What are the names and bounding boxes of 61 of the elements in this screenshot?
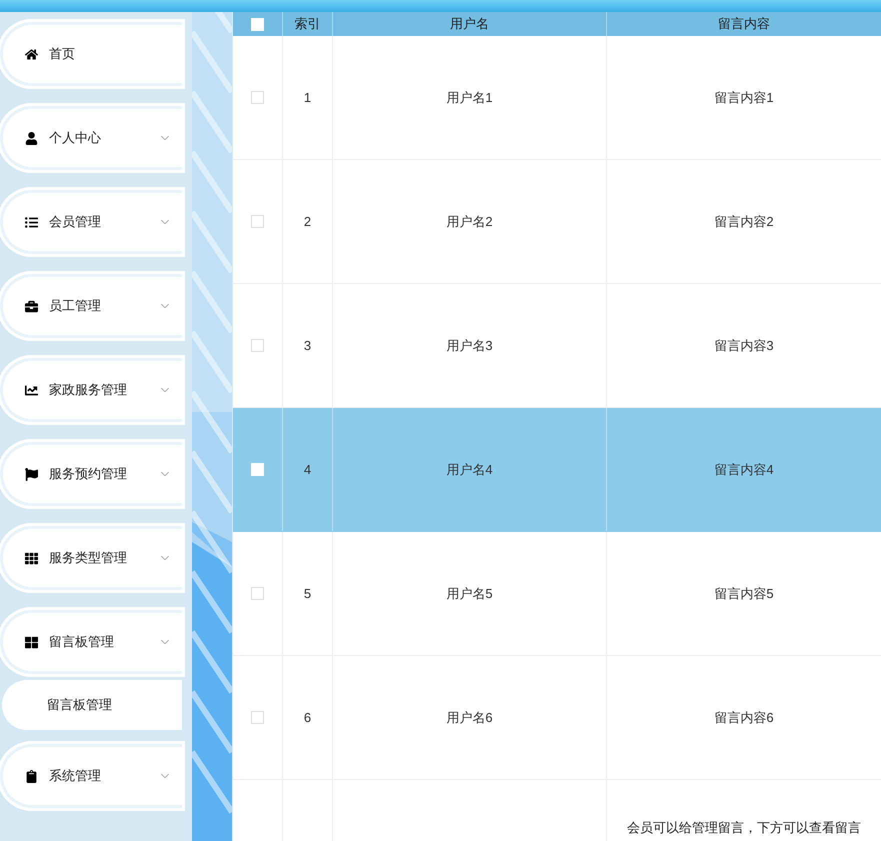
checkbox[interactable] [251,711,264,724]
sidebar-item[interactable]: 系统管理 [0,744,182,808]
table-cell: 5 [283,532,333,655]
checkbox[interactable] [251,18,264,30]
table-cell: 用户名3 [333,284,607,407]
table-row[interactable]: 2 用户名2 留言内容2 [233,160,881,284]
checkbox[interactable] [251,91,264,104]
flag-icon [25,468,38,480]
table-cell-text: 留言内容3 [713,336,775,355]
checkbox[interactable] [251,587,264,600]
table-row[interactable]: 4 用户名4 留言内容4 [233,408,881,532]
sidebar-label: 系统管理 [49,767,102,786]
table-cell-text: 留言内容6 [713,708,775,727]
header-cell-text: 留言内容 [717,15,771,34]
checkbox[interactable] [251,339,264,352]
table-cell: 6 [283,656,333,779]
user-icon [25,132,38,144]
table-row[interactable]: 3 用户名3 留言内容3 [233,284,881,408]
chart-icon [25,384,38,396]
grid-icon [25,636,38,648]
table-cell: 4 [283,408,333,531]
sidebar-label: 家政服务管理 [49,381,128,400]
clipboard-icon [25,770,38,782]
briefcase-icon [25,300,38,312]
sidebar-label: 个人中心 [49,129,102,148]
table-cell: 2 [283,160,333,283]
note-text: 会员可以给管理留言，下方可以查看留言 [627,818,861,836]
table-row[interactable]: 1 用户名1 留言内容1 [233,36,881,160]
table-cell: 用户名2 [333,160,607,283]
table-cell-text: 留言内容1 [713,88,775,107]
table-cell: 用户名6 [333,656,607,779]
list-icon [25,216,38,228]
sidebar-item[interactable]: 服务预约管理 [0,442,182,506]
sidebar-item[interactable]: 家政服务管理 [0,358,182,422]
checkbox[interactable] [251,215,264,228]
table-cell: 3 [283,284,333,407]
sidebar-label: 员工管理 [49,297,102,316]
table-cell-text: 留言内容5 [713,584,775,603]
sidebar-item[interactable]: 服务类型管理 [0,526,182,590]
sidebar-label: 服务预约管理 [49,465,128,484]
table-cell: 用户名1 [333,36,607,159]
table-cell-text: 留言内容2 [713,212,775,231]
sidebar-item[interactable]: 首页 [0,22,182,86]
sidebar-label: 留言板管理 [49,633,115,652]
table-row[interactable]: 5 用户名5 留言内容5 [233,532,881,656]
checkbox[interactable] [251,463,264,476]
table-cell: 1 [283,36,333,159]
home-icon [25,48,38,60]
sidebar-label: 服务类型管理 [49,549,128,568]
table-cell: 用户名4 [333,408,607,531]
sidebar-item[interactable]: 个人中心 [0,106,182,170]
sidebar-label: 首页 [49,45,76,64]
sidebar-item[interactable]: 员工管理 [0,274,182,338]
sidebar-label: 会员管理 [49,213,102,232]
sidebar-item[interactable]: 会员管理 [0,190,182,254]
grid-icon [25,552,38,564]
submenu-item[interactable]: 留言板管理 [2,680,182,730]
table-row[interactable]: 6 用户名6 留言内容6 [233,656,881,780]
sidebar-item[interactable]: 留言板管理 [0,610,182,674]
table-cell-text: 留言内容4 [713,460,775,479]
table-cell: 用户名5 [333,532,607,655]
